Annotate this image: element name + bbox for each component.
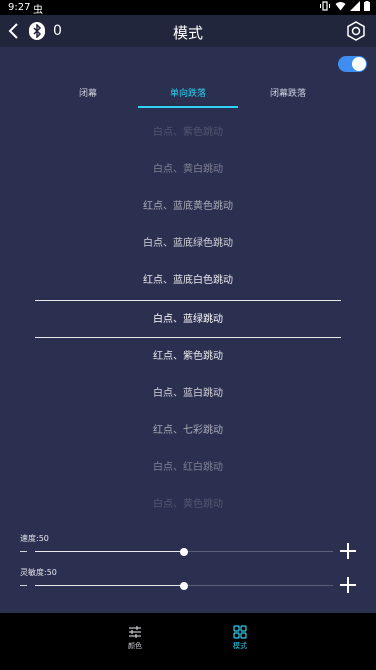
mode-option[interactable]: 红点、蓝底白色跳动 — [35, 262, 341, 299]
app-header: 0 模式 — [0, 15, 376, 47]
mode-option[interactable]: 白点、蓝底绿色跳动 — [35, 225, 341, 262]
sensitivity-increase-button[interactable] — [340, 577, 356, 593]
tab-one-way-fall[interactable]: 单向跌落 — [138, 82, 238, 108]
status-bar: 9:27 虫 — [0, 0, 376, 16]
mode-tabs: 闭幕 单向跌落 闭幕跌落 — [38, 82, 338, 110]
active-tab-indicator — [138, 106, 238, 108]
mode-option[interactable]: 红点、蓝底黄色跳动 — [35, 188, 341, 225]
speed-increase-button[interactable] — [340, 543, 356, 559]
device-count: 0 — [53, 23, 62, 39]
mode-option[interactable]: 白点、蓝白跳动 — [35, 375, 341, 412]
grid-icon — [233, 625, 247, 639]
nav-color-label: 颜色 — [128, 642, 142, 650]
mode-option[interactable]: 白点、黄色跳动 — [35, 486, 341, 523]
speed-decrease-button[interactable] — [20, 551, 27, 552]
mode-picker[interactable]: 白点、紫色跳动 白点、黄白跳动 红点、蓝底黄色跳动 白点、蓝底绿色跳动 红点、蓝… — [35, 114, 341, 524]
speed-slider[interactable] — [35, 548, 333, 556]
mode-option[interactable]: 白点、红白跳动 — [35, 449, 341, 486]
status-time: 9:27 — [8, 2, 31, 13]
bottom-navigation: 颜色 模式 — [0, 613, 376, 670]
bluetooth-icon[interactable] — [29, 22, 45, 40]
sliders-icon — [129, 626, 141, 638]
sensitivity-slider[interactable] — [35, 582, 333, 590]
settings-icon[interactable] — [346, 21, 366, 41]
signal-icon — [350, 1, 360, 11]
power-toggle[interactable] — [338, 56, 367, 72]
mode-option-selected[interactable]: 白点、蓝绿跳动 — [35, 301, 341, 338]
nav-mode-label: 模式 — [233, 642, 247, 650]
speed-slider-thumb[interactable] — [180, 548, 188, 556]
back-icon[interactable] — [7, 22, 21, 40]
toggle-knob — [352, 57, 366, 71]
nav-mode[interactable]: 模式 — [210, 625, 270, 651]
mode-option[interactable]: 白点、紫色跳动 — [35, 114, 341, 151]
mode-option[interactable]: 红点、七彩跳动 — [35, 412, 341, 449]
notification-icon: 虫 — [33, 5, 43, 16]
nav-color[interactable]: 颜色 — [105, 625, 165, 651]
wifi-icon — [335, 2, 346, 11]
battery-icon — [364, 1, 370, 11]
sensitivity-label: 灵敏度:50 — [20, 568, 57, 577]
tab-curtain[interactable]: 闭幕 — [38, 82, 138, 108]
status-icons — [319, 1, 370, 11]
vibrate-icon — [320, 1, 330, 11]
sensitivity-slider-thumb[interactable] — [180, 582, 188, 590]
sensitivity-slider-fill — [35, 585, 184, 586]
speed-label: 速度:50 — [20, 534, 49, 543]
mode-option[interactable]: 白点、黄白跳动 — [35, 151, 341, 188]
mode-option[interactable]: 红点、紫色跳动 — [35, 338, 341, 375]
sensitivity-decrease-button[interactable] — [20, 585, 27, 586]
tab-curtain-fall[interactable]: 闭幕跌落 — [238, 82, 338, 108]
speed-slider-fill — [35, 551, 184, 552]
